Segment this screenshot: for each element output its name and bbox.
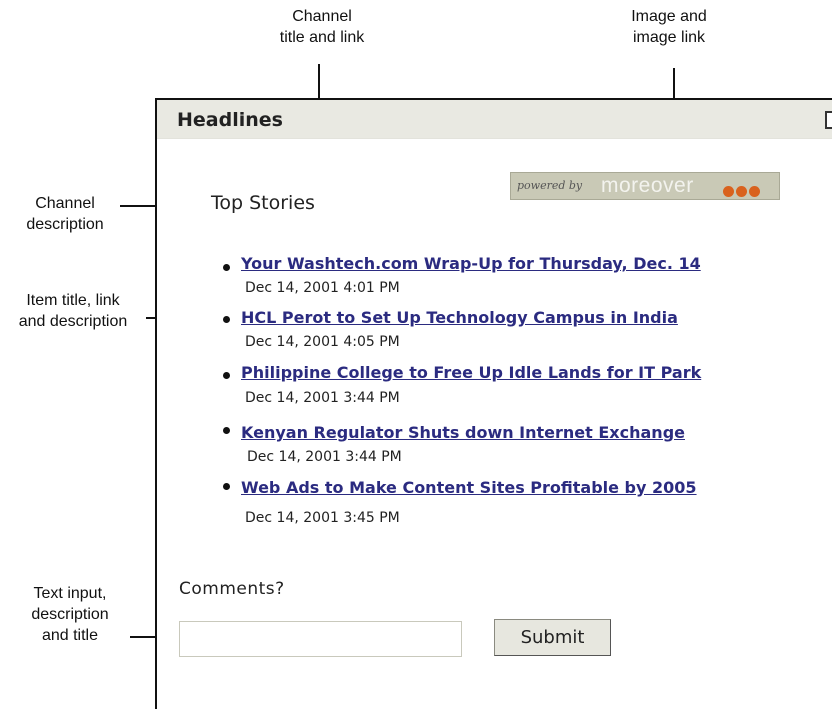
window-title[interactable]: Headlines	[177, 109, 283, 131]
callout-line: Image and	[631, 8, 707, 25]
item-title-link[interactable]: HCL Perot to Set Up Technology Campus in…	[241, 308, 678, 327]
submit-button[interactable]: Submit	[494, 619, 611, 656]
channel-window: Headlines powered by moreover Top Storie…	[155, 98, 832, 709]
item-title-link[interactable]: Web Ads to Make Content Sites Profitable…	[241, 478, 697, 497]
item-date: Dec 14, 2001 3:44 PM	[245, 390, 400, 406]
brand-name: moreover	[601, 174, 694, 197]
maximize-box-icon[interactable]	[825, 111, 832, 129]
callout-line: description	[26, 216, 104, 233]
callout-channel-title: Channel title and link	[262, 6, 382, 48]
comments-label: Comments?	[179, 579, 285, 599]
item-bullet-icon	[223, 316, 230, 323]
item-bullet-icon	[223, 483, 230, 490]
callout-item: Item title, link and description	[0, 290, 146, 332]
item-title-link[interactable]: Kenyan Regulator Shuts down Internet Exc…	[241, 423, 685, 442]
item-title-link[interactable]: Philippine College to Free Up Idle Lands…	[241, 363, 701, 382]
callout-line: Item title, link	[26, 292, 120, 309]
callout-image-link: Image and image link	[614, 6, 724, 48]
callout-line: and description	[18, 313, 128, 330]
comments-input[interactable]	[179, 621, 462, 657]
powered-by-image-link[interactable]: powered by moreover	[510, 172, 780, 200]
item-date: Dec 14, 2001 4:01 PM	[245, 280, 400, 296]
item-date: Dec 14, 2001 3:44 PM	[247, 449, 402, 465]
item-bullet-icon	[223, 372, 230, 379]
callout-line: description	[31, 606, 109, 623]
item-bullet-icon	[223, 264, 230, 271]
item-date: Dec 14, 2001 3:45 PM	[245, 510, 400, 526]
window-titlebar: Headlines	[157, 100, 832, 139]
callout-channel-description: Channel description	[10, 193, 120, 235]
callout-line: and title	[41, 627, 99, 644]
callout-line: Text input,	[33, 585, 107, 602]
callout-line: title and link	[279, 29, 365, 46]
item-bullet-icon	[223, 427, 230, 434]
channel-description: Top Stories	[211, 192, 315, 214]
callout-line: Channel	[292, 8, 352, 25]
item-date: Dec 14, 2001 4:05 PM	[245, 334, 400, 350]
brand-dots-icon	[723, 182, 762, 201]
brand-small-text: powered by	[517, 179, 583, 192]
callout-line: Channel	[35, 195, 95, 212]
item-title-link[interactable]: Your Washtech.com Wrap-Up for Thursday, …	[241, 254, 701, 273]
callout-text-input: Text input, description and title	[20, 583, 120, 646]
callout-line: image link	[632, 29, 706, 46]
